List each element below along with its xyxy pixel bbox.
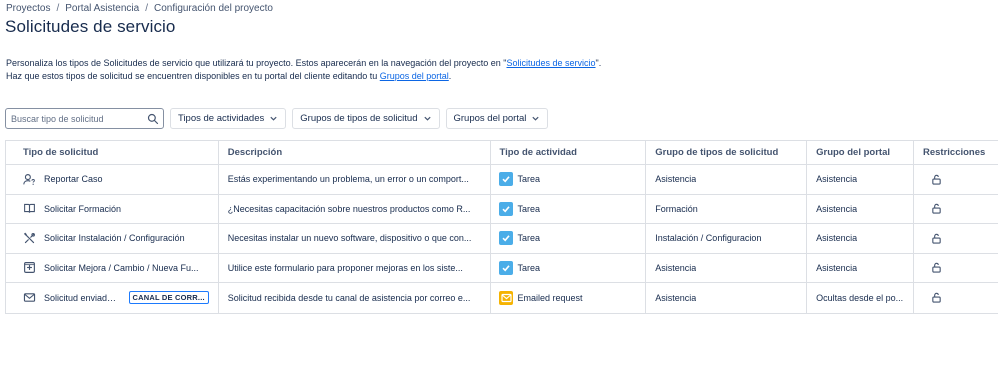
search-input[interactable] — [11, 113, 147, 124]
column-header-activity-type[interactable]: Tipo de actividad — [491, 141, 647, 164]
description-cell: Utilice este formulario para proponer me… — [219, 253, 492, 282]
description-cell: Necesitas instalar un nuevo software, di… — [219, 224, 492, 253]
book-icon — [24, 204, 35, 213]
search-box[interactable] — [5, 108, 164, 129]
portal-group-cell: Asistencia — [807, 165, 914, 194]
table-row[interactable]: Solicitud enviada ... CANAL DE CORR... S… — [6, 283, 998, 313]
request-type-cell[interactable]: Solicitar Instalación / Configuración — [6, 224, 219, 253]
breadcrumb-portal[interactable]: Portal Asistencia — [65, 3, 139, 14]
activity-type-cell: Tarea — [491, 194, 647, 223]
request-type-name[interactable]: Solicitar Instalación / Configuración — [44, 233, 185, 243]
request-type-cell[interactable]: Reportar Caso — [6, 165, 219, 194]
task-icon — [499, 172, 514, 187]
activity-type-cell: Tarea — [491, 253, 647, 282]
portal-group-cell: Ocultas desde el po... — [807, 283, 914, 313]
unlock-icon[interactable] — [931, 262, 942, 273]
description-line-1: Personaliza los tipos de Solicitudes de … — [6, 58, 602, 68]
column-header-description[interactable]: Descripción — [219, 141, 492, 164]
restrictions-cell — [914, 254, 998, 283]
request-type-cell[interactable]: Solicitud enviada ... CANAL DE CORR... — [6, 283, 219, 313]
table-row[interactable]: Solicitar Mejora / Cambio / Nueva Fu... … — [6, 253, 998, 283]
request-group-cell: Asistencia — [646, 165, 808, 194]
email-channel-badge: CANAL DE CORR... — [128, 291, 209, 305]
page-description: Personaliza los tipos de Solicitudes de … — [6, 57, 601, 82]
task-icon — [499, 231, 514, 246]
column-header-request-type[interactable]: Tipo de solicitud — [6, 141, 219, 164]
table-row[interactable]: Solicitar Instalación / Configuración Ne… — [6, 224, 998, 254]
emailed-request-icon — [499, 290, 514, 305]
column-header-portal-group[interactable]: Grupo del portal — [807, 141, 914, 164]
task-icon — [499, 201, 514, 216]
description-line-2: Haz que estos tipos de solicitud se encu… — [6, 70, 452, 81]
table-row[interactable]: Reportar Caso Estás experimentando un pr… — [6, 165, 998, 195]
activity-type-cell: Tarea — [491, 224, 647, 253]
breadcrumb-separator: / — [56, 3, 60, 14]
request-type-name[interactable]: Solicitar Formación — [44, 204, 121, 214]
page-title: Solicitudes de servicio — [5, 17, 176, 36]
breadcrumb-separator: / — [145, 3, 148, 14]
task-icon — [499, 260, 514, 275]
restrictions-cell — [914, 224, 998, 253]
request-group-cell: Formación — [646, 194, 808, 223]
activity-types-filter[interactable]: Tipos de actividades — [170, 108, 287, 129]
portal-group-cell: Asistencia — [807, 224, 914, 253]
request-type-name[interactable]: Solicitar Mejora / Cambio / Nueva Fu... — [44, 263, 199, 273]
restrictions-cell — [914, 195, 998, 224]
activity-type-cell: Tarea — [491, 165, 647, 194]
tools-icon — [23, 232, 35, 243]
table-header: Tipo de solicitud Descripción Tipo de ac… — [6, 141, 998, 165]
request-type-name[interactable]: Solicitud enviada ... — [44, 293, 121, 303]
request-type-cell[interactable]: Solicitar Mejora / Cambio / Nueva Fu... — [6, 253, 219, 282]
column-header-request-group[interactable]: Grupo de tipos de solicitud — [646, 141, 808, 164]
breadcrumb-project-settings[interactable]: Configuración del proyecto — [154, 3, 273, 14]
description-cell: Solicitud recibida desde tu canal de asi… — [219, 283, 492, 313]
portal-groups-link[interactable]: Grupos del portal — [380, 71, 449, 81]
breadcrumb-projects[interactable]: Proyectos — [6, 3, 50, 14]
unlock-icon[interactable] — [931, 233, 942, 244]
request-type-name[interactable]: Reportar Caso — [44, 174, 103, 184]
unlock-icon[interactable] — [931, 292, 942, 303]
request-group-cell: Asistencia — [646, 283, 808, 313]
restrictions-cell — [914, 283, 998, 313]
chevron-down-icon — [270, 116, 277, 121]
table-row[interactable]: Solicitar Formación ¿Necesitas capacitac… — [6, 194, 998, 224]
activity-type-cell: Emailed request — [491, 283, 647, 313]
unlock-icon[interactable] — [931, 174, 942, 185]
request-type-cell[interactable]: Solicitar Formación — [6, 194, 219, 223]
mail-icon — [23, 293, 36, 302]
person-question-icon — [23, 173, 35, 185]
breadcrumb: Proyectos / Portal Asistencia / Configur… — [6, 3, 273, 14]
search-icon[interactable] — [147, 113, 159, 125]
service-requests-link[interactable]: Solicitudes de servicio — [506, 58, 595, 68]
toolbar: Tipos de actividades Grupos de tipos de … — [5, 108, 549, 129]
chevron-down-icon — [532, 116, 539, 121]
chevron-down-icon — [423, 116, 431, 121]
portal-groups-filter[interactable]: Grupos del portal — [445, 108, 549, 129]
request-group-cell: Instalación / Configuracion — [646, 224, 808, 253]
request-type-groups-filter[interactable]: Grupos de tipos de solicitud — [292, 108, 440, 129]
restrictions-cell — [914, 165, 998, 194]
add-box-icon — [24, 262, 35, 274]
description-cell: Estás experimentando un problema, un err… — [219, 165, 492, 194]
column-header-restrictions: Restricciones — [923, 147, 986, 158]
description-cell: ¿Necesitas capacitación sobre nuestros p… — [219, 194, 492, 223]
portal-group-cell: Asistencia — [807, 194, 914, 223]
portal-group-cell: Asistencia — [807, 253, 914, 282]
request-types-table: Tipo de solicitud Descripción Tipo de ac… — [5, 140, 998, 314]
request-group-cell: Asistencia — [646, 253, 808, 282]
unlock-icon[interactable] — [931, 203, 942, 214]
